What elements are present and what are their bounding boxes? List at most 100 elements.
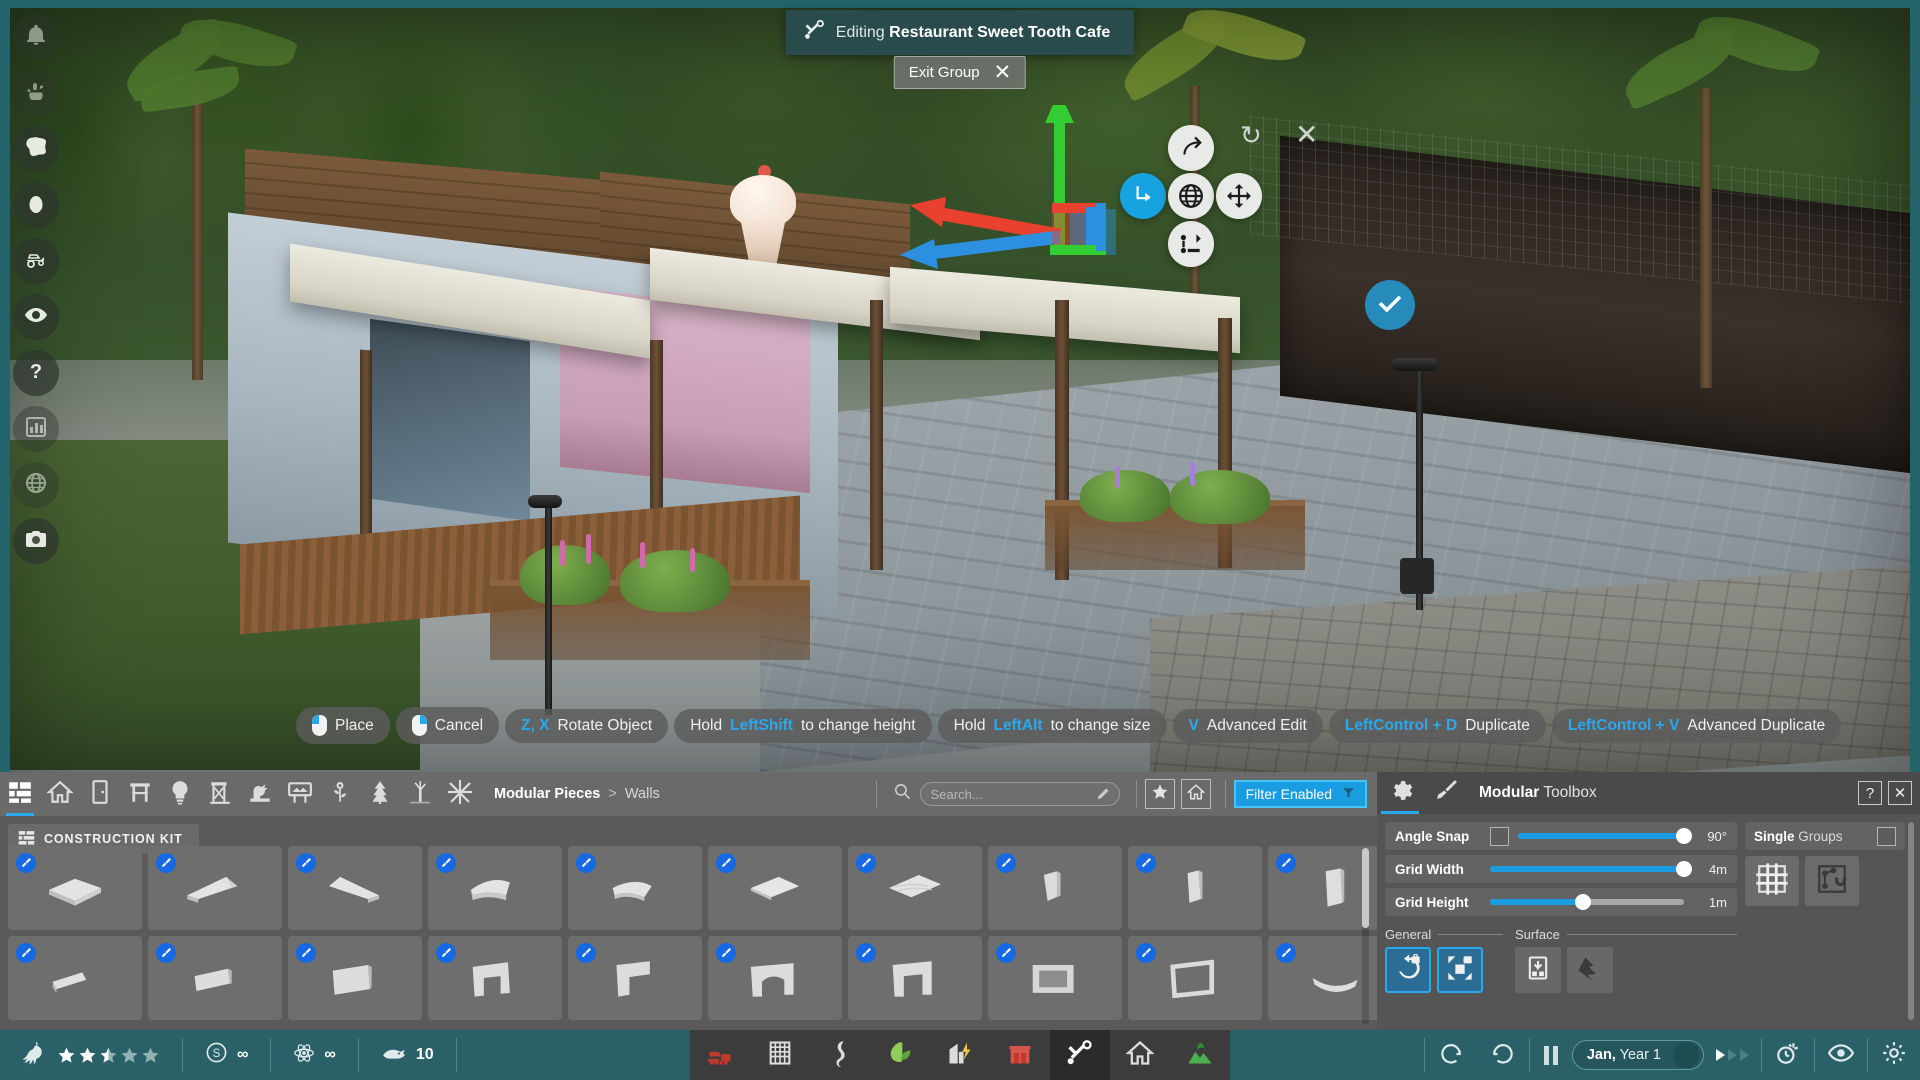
grid-scrollbar-track[interactable] [1362, 848, 1369, 1024]
sidebar-item-photo-mode[interactable] [13, 518, 59, 564]
vertex-snap-button[interactable] [1805, 856, 1859, 906]
piece-thumbnail [39, 862, 111, 914]
category-all-pieces[interactable] [0, 772, 40, 816]
visibility-button[interactable] [1815, 1030, 1867, 1080]
close-icon[interactable]: ✕ [994, 66, 1012, 79]
tab-settings[interactable] [1377, 772, 1423, 814]
build-tool-paths[interactable] [810, 1030, 870, 1080]
favourites-button[interactable] [1145, 779, 1175, 809]
redo-button[interactable] [1477, 1030, 1529, 1080]
piece-tile-low-wall[interactable] [8, 936, 142, 1020]
sidebar-item-dinosaurs[interactable] [13, 70, 59, 116]
time-weather-button[interactable] [1762, 1030, 1814, 1080]
angle-snap-slider[interactable] [1518, 833, 1684, 839]
category-doors[interactable] [80, 772, 120, 816]
sidebar-item-statistics[interactable] [13, 406, 59, 452]
speed-1x-button[interactable] [1716, 1049, 1725, 1061]
lock-rotation-button[interactable] [1385, 947, 1431, 993]
piece-tile-wedge-slab-right[interactable] [148, 846, 282, 930]
sidebar-item-rangers[interactable] [13, 238, 59, 284]
sidebar-item-notifications[interactable] [13, 14, 59, 60]
grid-width-slider[interactable] [1490, 866, 1684, 872]
piece-tile-arch-wall[interactable] [708, 936, 842, 1020]
breadcrumb-root[interactable]: Modular Pieces [494, 786, 600, 802]
piece-tile-square-wall[interactable] [288, 936, 422, 1020]
snap-to-surface-button[interactable] [1515, 947, 1561, 993]
category-dead-trees[interactable] [400, 772, 440, 816]
sidebar-item-hatchery[interactable] [13, 182, 59, 228]
sidebar-item-help[interactable]: ? [13, 350, 59, 396]
piece-tile-ridged-slab[interactable] [848, 846, 982, 930]
build-tool-nature[interactable] [870, 1030, 930, 1080]
dinosaur-count[interactable]: 10 [359, 1030, 456, 1080]
build-tool-power[interactable] [930, 1030, 990, 1080]
paintbrush-icon [576, 943, 596, 963]
category-buildings[interactable] [40, 772, 80, 816]
gizmo-scale-button[interactable] [1168, 221, 1214, 267]
build-tool-fences[interactable] [750, 1030, 810, 1080]
money-display[interactable]: S ∞ [183, 1030, 270, 1080]
piece-tile-frame-wall[interactable] [1128, 936, 1262, 1020]
gizmo-rotate-button[interactable] [1168, 125, 1214, 171]
door-icon [87, 779, 113, 810]
piece-tile-corner-wall[interactable] [568, 936, 702, 1020]
category-lights[interactable] [160, 772, 200, 816]
gizmo-confirm-button[interactable] [1365, 280, 1415, 330]
sidebar-item-globe[interactable] [13, 462, 59, 508]
piece-tile-thin-slab[interactable] [708, 846, 842, 930]
piece-tile-window-wall[interactable] [988, 936, 1122, 1020]
piece-tile-curved-slab-b[interactable] [568, 846, 702, 930]
gizmo-world-space-button[interactable] [1168, 173, 1214, 219]
gizmo-axis-lock-button[interactable] [1120, 173, 1166, 219]
panel-close-button[interactable]: ✕ [1888, 781, 1912, 805]
sidebar-item-park-map[interactable] [13, 126, 59, 172]
piece-tile-curved-slab-a[interactable] [428, 846, 562, 930]
panel-scrollbar[interactable] [1908, 822, 1914, 1020]
3d-viewport[interactable]: ↻ ✕ [0, 0, 1920, 772]
grid-scrollbar-thumb[interactable] [1362, 848, 1369, 928]
category-statues[interactable] [240, 772, 280, 816]
build-tool-modular-build[interactable] [1050, 1030, 1110, 1080]
category-scaffolding[interactable] [200, 772, 240, 816]
sidebar-item-visibility[interactable] [13, 294, 59, 340]
tab-paint[interactable] [1423, 772, 1469, 814]
day-night-toggle[interactable] [1673, 1042, 1699, 1068]
settings-button[interactable] [1868, 1030, 1920, 1080]
piece-tile-wedge-slab-left[interactable] [288, 846, 422, 930]
category-effects[interactable] [440, 772, 480, 816]
filter-enabled-button[interactable]: Filter Enabled [1234, 780, 1367, 808]
search-input[interactable]: Search... [920, 782, 1120, 806]
lock-scale-button[interactable] [1437, 947, 1483, 993]
date-display[interactable]: Jan, Year 1 [1572, 1040, 1704, 1070]
build-tool-buildings[interactable] [1110, 1030, 1170, 1080]
grid-snap-button[interactable] [1745, 856, 1799, 906]
build-tool-amenities[interactable] [990, 1030, 1050, 1080]
blueprints-button[interactable] [1181, 779, 1211, 809]
exit-group-button[interactable]: Exit Group ✕ [894, 56, 1026, 89]
category-frames[interactable] [120, 772, 160, 816]
piece-tile-pillar-wall[interactable] [1128, 846, 1262, 930]
piece-tile-flat-slab[interactable] [8, 846, 142, 930]
piece-tile-door-wall[interactable] [428, 936, 562, 1020]
science-display[interactable]: ∞ [271, 1030, 357, 1080]
category-signage[interactable] [280, 772, 320, 816]
piece-thumbnail [179, 952, 251, 1004]
panel-help-button[interactable]: ? [1858, 781, 1882, 805]
build-tool-terrain[interactable] [1170, 1030, 1230, 1080]
grid-height-slider[interactable] [1490, 899, 1684, 905]
category-flowers[interactable] [320, 772, 360, 816]
piece-tile-narrow-wall[interactable] [988, 846, 1122, 930]
pause-button[interactable] [1530, 1046, 1572, 1065]
speed-3x-button[interactable] [1740, 1049, 1749, 1061]
speed-2x-button[interactable] [1728, 1049, 1737, 1061]
angle-snap-checkbox[interactable] [1490, 827, 1509, 846]
park-rating[interactable] [0, 1030, 182, 1080]
undo-button[interactable] [1425, 1030, 1477, 1080]
align-to-slope-button[interactable] [1567, 947, 1613, 993]
single-groups-checkbox[interactable] [1877, 827, 1896, 846]
build-tool-demolish[interactable] [690, 1030, 750, 1080]
piece-tile-portal-wall[interactable] [848, 936, 982, 1020]
category-trees[interactable] [360, 772, 400, 816]
piece-tile-short-wall[interactable] [148, 936, 282, 1020]
gizmo-move-button[interactable] [1216, 173, 1262, 219]
